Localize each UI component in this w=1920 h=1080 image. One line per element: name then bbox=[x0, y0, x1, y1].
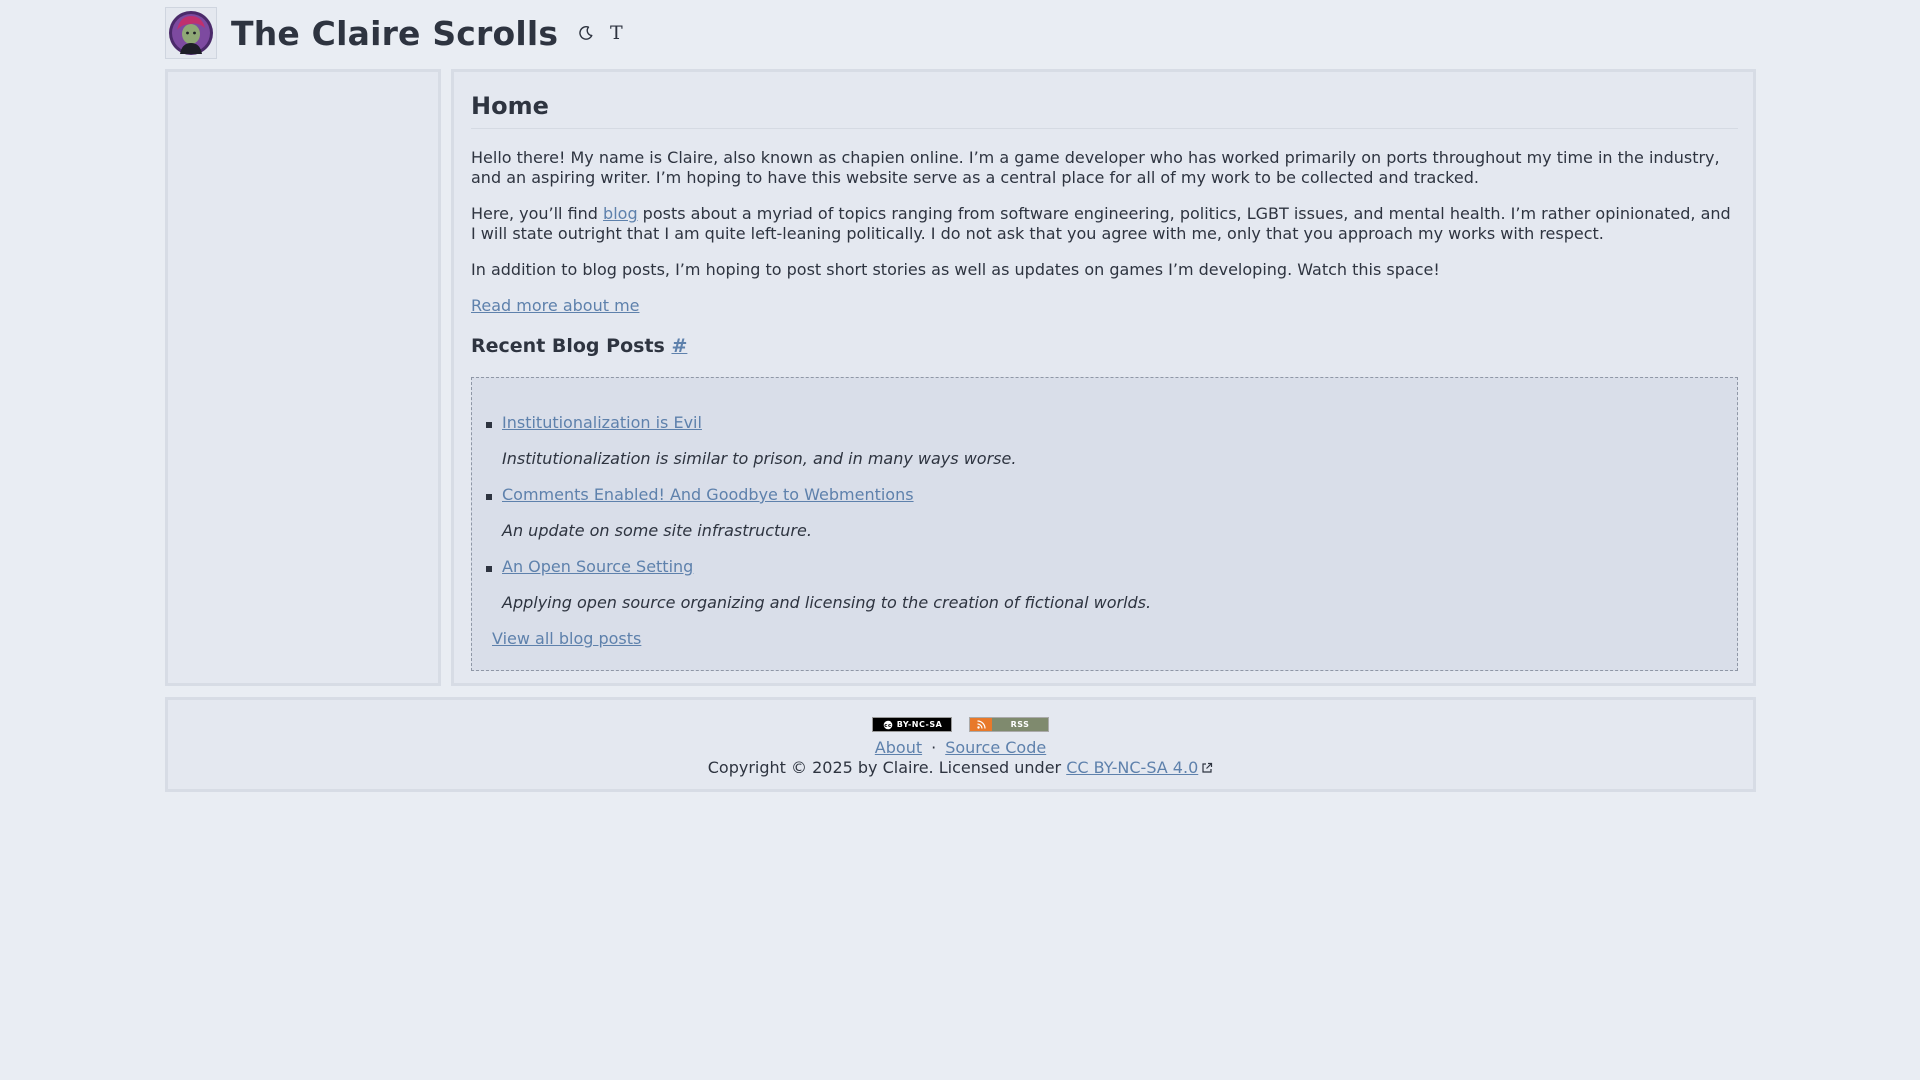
cc-badge-text: BY-NC-SA bbox=[896, 720, 943, 729]
read-more-paragraph: Read more about me bbox=[471, 296, 640, 316]
copyright-text: Copyright © 2025 by Claire. Licensed und… bbox=[707, 758, 1067, 777]
post-title-link[interactable]: Comments Enabled! And Goodbye to Webment… bbox=[502, 485, 914, 504]
list-bullet bbox=[486, 566, 492, 572]
topics-text-start: Here, you’ll find bbox=[471, 204, 604, 223]
read-more-link[interactable]: Read more about me bbox=[471, 296, 640, 315]
svg-text:cc: cc bbox=[884, 723, 892, 729]
post-description: An update on some site infrastructure. bbox=[502, 521, 812, 540]
about-link[interactable]: About bbox=[875, 738, 922, 757]
page-title: Home bbox=[471, 92, 1738, 129]
avatar-image bbox=[169, 11, 213, 55]
post-description: Applying open source organizing and lice… bbox=[502, 593, 1152, 612]
view-all-posts-link[interactable]: View all blog posts bbox=[492, 629, 641, 648]
main-content: Home Hello there! My name is Claire, als… bbox=[451, 69, 1756, 686]
site-header: The Claire Scrolls T bbox=[165, 5, 628, 61]
topics-paragraph: Here, you’ll find blog posts about a myr… bbox=[471, 204, 1738, 244]
site-footer: cc BY-NC-SA RSS About · Source Code Copyri… bbox=[165, 697, 1756, 792]
source-code-link[interactable]: Source Code bbox=[945, 738, 1046, 757]
post-title-link[interactable]: An Open Source Setting bbox=[502, 557, 693, 576]
site-title[interactable]: The Claire Scrolls bbox=[231, 14, 558, 53]
external-link-icon bbox=[1201, 759, 1213, 778]
copyright: Copyright © 2025 by Claire. Licensed und… bbox=[168, 758, 1753, 778]
intro-paragraph: Hello there! My name is Claire, also kno… bbox=[471, 148, 1720, 187]
topics-text-end: posts about a myriad of topics ranging f… bbox=[471, 204, 1731, 243]
list-bullet bbox=[486, 422, 492, 428]
rss-badge[interactable]: RSS bbox=[969, 717, 1049, 732]
cc-icon: cc bbox=[883, 720, 892, 729]
sidebar bbox=[165, 69, 441, 686]
recent-posts-heading: Recent Blog Posts # bbox=[471, 335, 687, 357]
post-title-link[interactable]: Institutionalization is Evil bbox=[502, 413, 702, 432]
recent-posts-anchor-link[interactable]: # bbox=[671, 335, 687, 357]
recent-posts-title: Recent Blog Posts bbox=[471, 335, 665, 357]
list-bullet bbox=[486, 494, 492, 500]
cc-license-badge[interactable]: cc BY-NC-SA bbox=[872, 717, 952, 732]
post-description: Institutionalization is similar to priso… bbox=[502, 449, 1017, 468]
footer-links: About · Source Code bbox=[168, 738, 1753, 757]
badges: cc BY-NC-SA RSS bbox=[168, 717, 1753, 732]
moon-icon[interactable] bbox=[574, 21, 598, 45]
license-link[interactable]: CC BY-NC-SA 4.0 bbox=[1066, 758, 1198, 777]
footer-separator: · bbox=[931, 738, 937, 757]
avatar[interactable] bbox=[165, 7, 217, 59]
rss-badge-text: RSS bbox=[1010, 720, 1030, 729]
plans-paragraph: In addition to blog posts, I’m hoping to… bbox=[471, 260, 1440, 279]
recent-posts-box: Institutionalization is Evil Institution… bbox=[471, 377, 1738, 671]
rss-icon bbox=[970, 718, 992, 731]
font-toggle-icon[interactable]: T bbox=[604, 21, 628, 45]
page: The Claire Scrolls T Home Hello there! M… bbox=[0, 0, 1920, 1080]
blog-link[interactable]: blog bbox=[603, 204, 638, 223]
